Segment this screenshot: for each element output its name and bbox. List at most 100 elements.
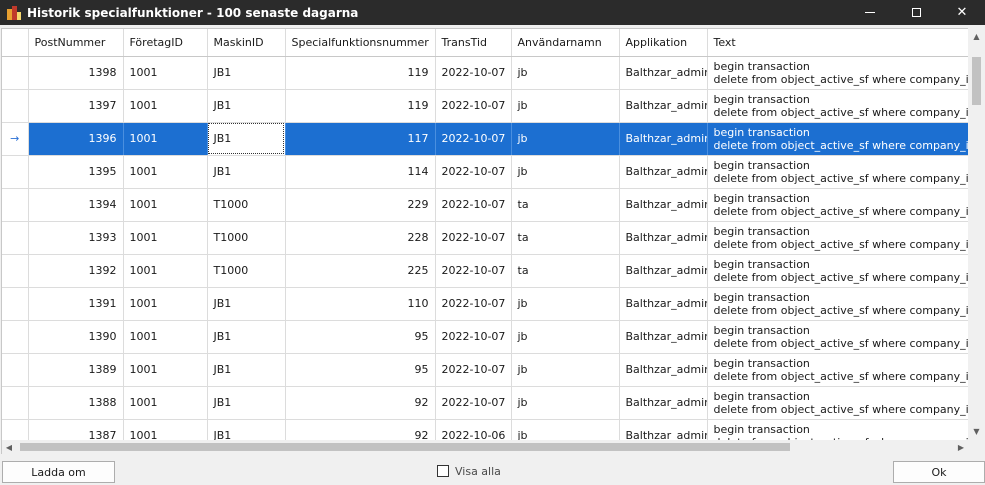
cell-anvandarnamn[interactable]: jb	[511, 122, 620, 156]
cell-transtid[interactable]: 2022-10-07	[435, 254, 512, 288]
cell-transtid[interactable]: 2022-10-07	[435, 155, 512, 189]
table-row[interactable]: 1388 1001 JB1 92 2022-10-07 jb Balthzar_…	[2, 386, 984, 420]
cell-specialfunktionsnummer[interactable]: 92	[285, 386, 436, 420]
cell-postnummer[interactable]: 1396	[28, 122, 124, 156]
cell-maskinid[interactable]: T1000	[207, 221, 286, 255]
cell-applikation[interactable]: Balthzar_admin	[619, 287, 708, 321]
cell-text[interactable]: begin transactiondelete from object_acti…	[707, 287, 984, 321]
cell-postnummer[interactable]: 1398	[28, 56, 124, 90]
cell-foretagid[interactable]: 1001	[123, 89, 208, 123]
row-header[interactable]	[2, 89, 29, 123]
cell-transtid[interactable]: 2022-10-07	[435, 188, 512, 222]
column-header-applikation[interactable]: Applikation	[619, 29, 708, 57]
cell-postnummer[interactable]: 1388	[28, 386, 124, 420]
scroll-down-arrow-icon[interactable]: ▼	[968, 423, 985, 440]
table-row[interactable]: 1389 1001 JB1 95 2022-10-07 jb Balthzar_…	[2, 353, 984, 387]
row-header[interactable]	[2, 254, 29, 288]
cell-applikation[interactable]: Balthzar_admin	[619, 89, 708, 123]
cell-foretagid[interactable]: 1001	[123, 287, 208, 321]
cell-transtid[interactable]: 2022-10-07	[435, 221, 512, 255]
minimize-button[interactable]	[847, 0, 893, 25]
cell-foretagid[interactable]: 1001	[123, 221, 208, 255]
column-header-text[interactable]: Text	[707, 29, 984, 57]
cell-foretagid[interactable]: 1001	[123, 122, 208, 156]
cell-text[interactable]: begin transactiondelete from object_acti…	[707, 155, 984, 189]
cell-foretagid[interactable]: 1001	[123, 56, 208, 90]
cell-applikation[interactable]: Balthzar_admin	[619, 56, 708, 90]
cell-maskinid[interactable]: JB1	[207, 320, 286, 354]
cell-applikation[interactable]: Balthzar_admin	[619, 221, 708, 255]
reload-button[interactable]: Ladda om	[2, 461, 115, 483]
cell-specialfunktionsnummer[interactable]: 119	[285, 89, 436, 123]
table-row[interactable]: 1390 1001 JB1 95 2022-10-07 jb Balthzar_…	[2, 320, 984, 354]
cell-anvandarnamn[interactable]: jb	[511, 353, 620, 387]
cell-text[interactable]: begin transactiondelete from object_acti…	[707, 122, 984, 156]
cell-text[interactable]: begin transactiondelete from object_acti…	[707, 221, 984, 255]
column-header-maskinid[interactable]: MaskinID	[207, 29, 286, 57]
cell-postnummer[interactable]: 1389	[28, 353, 124, 387]
row-header[interactable]	[2, 386, 29, 420]
cell-anvandarnamn[interactable]: ta	[511, 254, 620, 288]
cell-foretagid[interactable]: 1001	[123, 155, 208, 189]
cell-specialfunktionsnummer[interactable]: 95	[285, 320, 436, 354]
cell-postnummer[interactable]: 1390	[28, 320, 124, 354]
cell-postnummer[interactable]: 1393	[28, 221, 124, 255]
cell-text[interactable]: begin transactiondelete from object_acti…	[707, 89, 984, 123]
cell-transtid[interactable]: 2022-10-07	[435, 56, 512, 90]
cell-anvandarnamn[interactable]: jb	[511, 287, 620, 321]
scroll-right-arrow-icon[interactable]: ▶	[954, 440, 968, 454]
cell-anvandarnamn[interactable]: ta	[511, 188, 620, 222]
cell-text[interactable]: begin transactiondelete from object_acti…	[707, 56, 984, 90]
table-row[interactable]: 1398 1001 JB1 119 2022-10-07 jb Balthzar…	[2, 56, 984, 90]
table-row[interactable]: 1392 1001 T1000 225 2022-10-07 ta Balthz…	[2, 254, 984, 288]
cell-maskinid[interactable]: JB1	[207, 353, 286, 387]
show-all-toggle[interactable]: Visa alla	[437, 463, 501, 479]
cell-transtid[interactable]: 2022-10-07	[435, 122, 512, 156]
cell-transtid[interactable]: 2022-10-07	[435, 287, 512, 321]
vertical-scrollbar[interactable]: ▲ ▼	[968, 28, 985, 440]
cell-specialfunktionsnummer[interactable]: 117	[285, 122, 436, 156]
column-header-transtid[interactable]: TransTid	[435, 29, 512, 57]
cell-postnummer[interactable]: 1394	[28, 188, 124, 222]
cell-postnummer[interactable]: 1395	[28, 155, 124, 189]
cell-anvandarnamn[interactable]: jb	[511, 155, 620, 189]
cell-maskinid[interactable]: JB1	[207, 155, 286, 189]
row-header[interactable]	[2, 353, 29, 387]
column-header-anvandarnamn[interactable]: Användarnamn	[511, 29, 620, 57]
row-header[interactable]	[2, 188, 29, 222]
cell-specialfunktionsnummer[interactable]: 114	[285, 155, 436, 189]
cell-applikation[interactable]: Balthzar_admin	[619, 155, 708, 189]
column-header-foretagid[interactable]: FöretagID	[123, 29, 208, 57]
cell-applikation[interactable]: Balthzar_admin	[619, 188, 708, 222]
cell-maskinid[interactable]: T1000	[207, 254, 286, 288]
row-header[interactable]	[2, 221, 29, 255]
row-header[interactable]	[2, 56, 29, 90]
table-row[interactable]: 1393 1001 T1000 228 2022-10-07 ta Balthz…	[2, 221, 984, 255]
table-row[interactable]: 1395 1001 JB1 114 2022-10-07 jb Balthzar…	[2, 155, 984, 189]
scroll-left-arrow-icon[interactable]: ◀	[2, 440, 16, 454]
vertical-scroll-thumb[interactable]	[972, 57, 981, 105]
maximize-button[interactable]	[893, 0, 939, 25]
table-row[interactable]: 1394 1001 T1000 229 2022-10-07 ta Balthz…	[2, 188, 984, 222]
cell-transtid[interactable]: 2022-10-07	[435, 320, 512, 354]
column-header-specialfunktionsnummer[interactable]: Specialfunktionsnummer	[285, 29, 436, 57]
close-button[interactable]: ✕	[939, 0, 985, 25]
row-header[interactable]	[2, 155, 29, 189]
row-header[interactable]	[2, 320, 29, 354]
cell-anvandarnamn[interactable]: jb	[511, 56, 620, 90]
table-row[interactable]: 1391 1001 JB1 110 2022-10-07 jb Balthzar…	[2, 287, 984, 321]
cell-specialfunktionsnummer[interactable]: 119	[285, 56, 436, 90]
table-row[interactable]: 1397 1001 JB1 119 2022-10-07 jb Balthzar…	[2, 89, 984, 123]
cell-maskinid[interactable]: JB1	[207, 386, 286, 420]
current-row-arrow-icon[interactable]: →	[2, 122, 29, 156]
cell-applikation[interactable]: Balthzar_admin	[619, 254, 708, 288]
cell-foretagid[interactable]: 1001	[123, 386, 208, 420]
cell-transtid[interactable]: 2022-10-07	[435, 89, 512, 123]
cell-text[interactable]: begin transactiondelete from object_acti…	[707, 386, 984, 420]
cell-foretagid[interactable]: 1001	[123, 254, 208, 288]
column-header-postnummer[interactable]: PostNummer	[28, 29, 124, 57]
horizontal-scroll-thumb[interactable]	[20, 443, 790, 451]
cell-applikation[interactable]: Balthzar_admin	[619, 353, 708, 387]
cell-anvandarnamn[interactable]: jb	[511, 320, 620, 354]
cell-text[interactable]: begin transactiondelete from object_acti…	[707, 320, 984, 354]
